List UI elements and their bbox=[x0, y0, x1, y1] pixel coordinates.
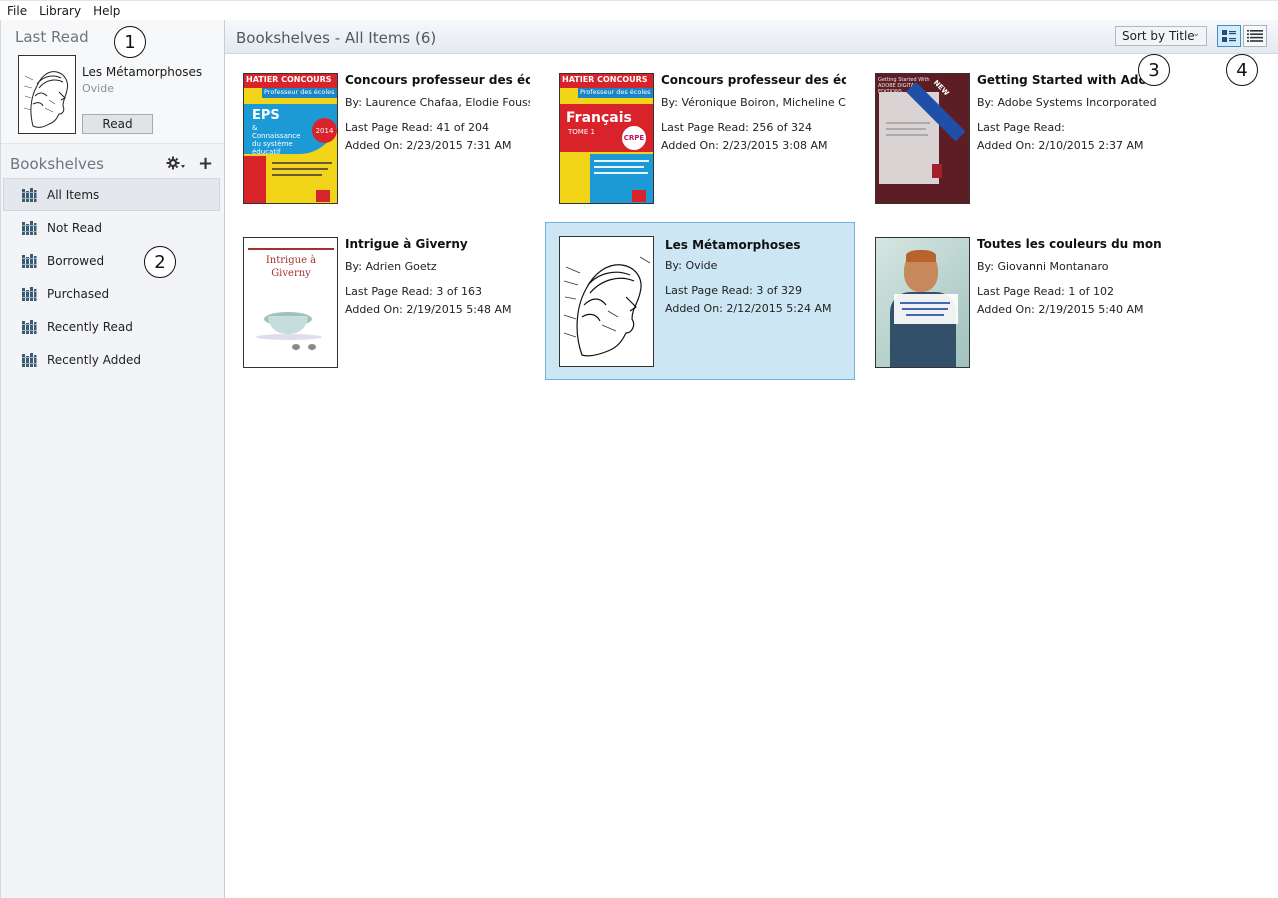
book-last-page-read: Last Page Read: bbox=[977, 121, 1065, 134]
callout-1: 1 bbox=[114, 26, 146, 58]
gear-icon[interactable] bbox=[166, 156, 186, 174]
bookshelf-icon bbox=[22, 352, 37, 367]
shelf-recently-added[interactable]: Recently Added bbox=[1, 343, 225, 376]
book-last-page-read: Last Page Read: 3 of 163 bbox=[345, 285, 482, 298]
cover-badge: CRPE bbox=[622, 126, 646, 150]
bookshelf-icon bbox=[22, 286, 37, 301]
book-last-page-read: Last Page Read: 41 of 204 bbox=[345, 121, 489, 134]
bookshelf-icon bbox=[22, 319, 37, 334]
book-item[interactable]: Intrigue à Giverny Intrigue à Giverny By… bbox=[226, 222, 536, 380]
menu-bar: File Library Help bbox=[0, 0, 1278, 20]
bookshelves-heading: Bookshelves bbox=[10, 155, 104, 173]
menu-library[interactable]: Library bbox=[39, 4, 81, 18]
thumbnail-view-icon bbox=[1222, 30, 1236, 42]
sort-label: Sort by Title bbox=[1122, 29, 1195, 43]
book-title[interactable]: Concours professeur des écol... bbox=[661, 73, 846, 87]
callout-4: 4 bbox=[1226, 54, 1258, 86]
cover-heading: EPS bbox=[252, 108, 280, 123]
callout-3: 3 bbox=[1138, 54, 1170, 86]
book-added-on: Added On: 2/10/2015 2:37 AM bbox=[977, 139, 1144, 152]
shelf-borrowed[interactable]: Borrowed bbox=[1, 244, 225, 277]
menu-help[interactable]: Help bbox=[93, 4, 120, 18]
cover-text: & Connaissance du système éducatif bbox=[252, 124, 301, 156]
cover-title: Intrigue à Giverny bbox=[265, 255, 317, 279]
book-item[interactable]: HATIER CONCOURS Professeur des écoles Fr… bbox=[542, 58, 852, 216]
bookshelves-header: Bookshelves + bbox=[1, 153, 225, 177]
shelf-label: Not Read bbox=[47, 220, 102, 235]
menu-file[interactable]: File bbox=[7, 4, 27, 18]
book-author: By: Adrien Goetz bbox=[345, 260, 437, 273]
book-added-on: Added On: 2/19/2015 5:40 AM bbox=[977, 303, 1144, 316]
shelf-label: Recently Read bbox=[47, 319, 133, 334]
shelf-all-items[interactable]: All Items bbox=[3, 178, 220, 211]
bookshelf-icon bbox=[22, 253, 37, 268]
book-cover[interactable]: HATIER CONCOURS Professeur des écoles Fr… bbox=[559, 73, 654, 204]
shelf-recently-read[interactable]: Recently Read bbox=[1, 310, 225, 343]
callout-2: 2 bbox=[144, 246, 176, 278]
book-added-on: Added On: 2/23/2015 3:08 AM bbox=[661, 139, 828, 152]
shelf-label: Purchased bbox=[47, 286, 110, 301]
book-title[interactable]: Concours professeur des écol... bbox=[345, 73, 530, 87]
cover-brand: HATIER CONCOURS bbox=[246, 75, 332, 84]
book-author: By: Adobe Systems Incorporated bbox=[977, 96, 1157, 109]
bookshelf-list: All Items Not Read Borrowed Purchased Re… bbox=[1, 178, 225, 376]
last-read-heading: Last Read bbox=[15, 28, 89, 46]
shelf-label: Recently Added bbox=[47, 352, 141, 367]
page-title: Bookshelves - All Items (6) bbox=[236, 29, 437, 47]
book-author: By: Giovanni Montanaro bbox=[977, 260, 1109, 273]
book-item[interactable]: HATIER CONCOURS Professeur des écoles EP… bbox=[226, 58, 536, 216]
shelf-purchased[interactable]: Purchased bbox=[1, 277, 225, 310]
book-cover[interactable] bbox=[875, 237, 970, 368]
book-added-on: Added On: 2/12/2015 5:24 AM bbox=[665, 302, 832, 315]
book-cover[interactable]: HATIER CONCOURS Professeur des écoles EP… bbox=[243, 73, 338, 204]
book-title[interactable]: Toutes les couleurs du monde bbox=[977, 237, 1162, 251]
book-item[interactable]: Toutes les couleurs du monde By: Giovann… bbox=[858, 222, 1168, 380]
bookshelf-icon bbox=[22, 187, 37, 202]
read-button[interactable]: Read bbox=[82, 114, 153, 134]
shelf-not-read[interactable]: Not Read bbox=[1, 211, 225, 244]
last-read-cover[interactable] bbox=[18, 55, 76, 134]
list-view-icon bbox=[1247, 30, 1263, 42]
book-author: By: Laurence Chafaa, Elodie Foussar... bbox=[345, 96, 530, 109]
library-toolbar: Bookshelves - All Items (6) Sort by Titl… bbox=[225, 20, 1278, 54]
book-last-page-read: Last Page Read: 1 of 102 bbox=[977, 285, 1114, 298]
add-bookshelf-icon[interactable]: + bbox=[198, 153, 213, 174]
cover-brand: HATIER CONCOURS bbox=[562, 75, 648, 84]
thumbnail-view-button[interactable] bbox=[1217, 25, 1241, 47]
sort-dropdown[interactable]: Sort by Title ⌄ bbox=[1115, 26, 1207, 46]
last-read-panel: Last Read Les Métamorphoses Ovide Read bbox=[1, 20, 224, 144]
book-title[interactable]: Intrigue à Giverny bbox=[345, 237, 530, 251]
cover-heading: Français bbox=[566, 110, 632, 126]
list-view-button[interactable] bbox=[1243, 25, 1267, 47]
book-cover[interactable]: Getting Started With ADOBE DIGITAL EDITI… bbox=[875, 73, 970, 204]
cover-subtitle: Professeur des écoles bbox=[264, 88, 335, 96]
book-cover[interactable]: Intrigue à Giverny bbox=[243, 237, 338, 368]
book-title[interactable]: Getting Started with Adobe D... bbox=[977, 73, 1162, 87]
last-read-author: Ovide bbox=[82, 82, 114, 95]
cover-subtitle: Professeur des écoles bbox=[580, 88, 651, 96]
book-author: By: Véronique Boiron, Micheline Cel... bbox=[661, 96, 846, 109]
book-added-on: Added On: 2/23/2015 7:31 AM bbox=[345, 139, 512, 152]
book-cover[interactable] bbox=[559, 236, 654, 367]
last-read-title[interactable]: Les Métamorphoses bbox=[82, 65, 202, 79]
book-added-on: Added On: 2/19/2015 5:48 AM bbox=[345, 303, 512, 316]
library-main: Bookshelves - All Items (6) Sort by Titl… bbox=[225, 20, 1278, 898]
sidebar: Last Read Les Métamorphoses Ovide Read B… bbox=[0, 20, 225, 898]
chevron-down-icon: ⌄ bbox=[1192, 29, 1200, 39]
bookshelf-icon bbox=[22, 220, 37, 235]
book-item[interactable]: Getting Started With ADOBE DIGITAL EDITI… bbox=[858, 58, 1168, 216]
book-author: By: Ovide bbox=[665, 259, 718, 272]
shelf-label: Borrowed bbox=[47, 253, 105, 268]
book-item[interactable]: Les Métamorphoses By: Ovide Last Page Re… bbox=[545, 222, 855, 380]
book-last-page-read: Last Page Read: 3 of 329 bbox=[665, 284, 802, 297]
cover-text: TOME 1 bbox=[568, 128, 595, 136]
cover-badge: 2014 bbox=[312, 118, 337, 143]
book-title[interactable]: Les Métamorphoses bbox=[665, 238, 850, 252]
shelf-label: All Items bbox=[47, 187, 100, 202]
book-last-page-read: Last Page Read: 256 of 324 bbox=[661, 121, 812, 134]
